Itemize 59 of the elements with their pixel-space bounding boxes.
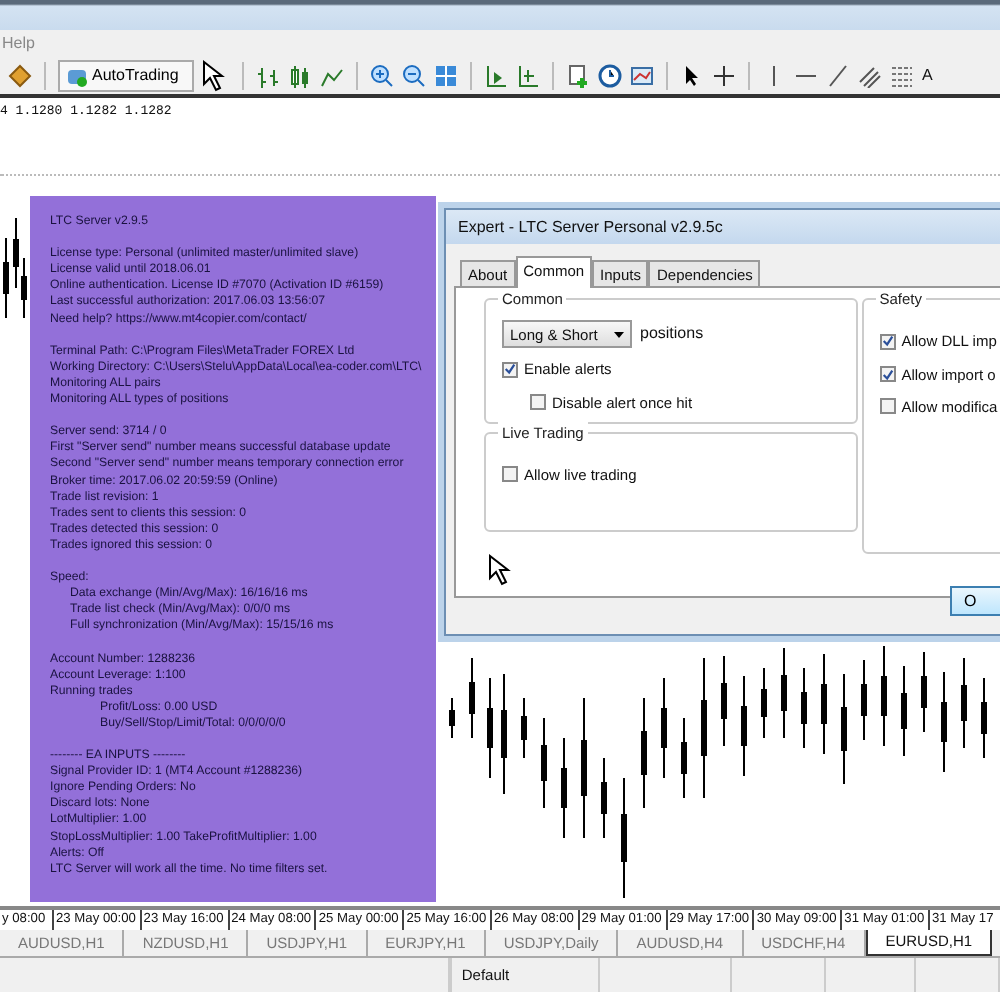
candle <box>661 677 667 779</box>
text-tool-label[interactable]: A <box>922 64 933 88</box>
candle <box>841 673 847 785</box>
candle <box>721 655 727 747</box>
diamond-icon[interactable] <box>8 64 32 88</box>
candle <box>449 697 455 739</box>
candle <box>981 677 987 759</box>
checkbox[interactable] <box>502 361 518 378</box>
pointer-cursor-icon <box>488 554 516 586</box>
ok-button[interactable]: O <box>950 586 1000 616</box>
checkbox[interactable] <box>879 398 896 415</box>
tile-windows-icon[interactable] <box>434 64 458 88</box>
candle <box>561 737 567 839</box>
candle <box>921 651 927 733</box>
add-indicator-icon[interactable] <box>566 64 590 88</box>
candle <box>501 673 507 795</box>
candle <box>821 653 827 755</box>
candle <box>487 677 493 779</box>
zoom-in-icon[interactable] <box>370 64 394 88</box>
caret-icon <box>614 331 624 338</box>
candle <box>901 665 907 757</box>
candlestick-icon[interactable] <box>288 64 312 88</box>
dialog-title: Expert - LTC Server Personal v2.9.5c <box>446 210 1000 244</box>
trendline-icon[interactable] <box>826 64 850 88</box>
channel-icon[interactable] <box>858 64 882 88</box>
zoom-out-icon[interactable] <box>402 64 426 88</box>
candle <box>961 657 967 749</box>
candle <box>761 667 767 739</box>
candle <box>521 697 527 759</box>
candle <box>741 675 747 777</box>
checkbox[interactable] <box>502 466 518 483</box>
candle <box>861 659 867 741</box>
candle <box>781 647 787 739</box>
fibonacci-icon[interactable] <box>890 64 914 88</box>
chart-shift-icon[interactable] <box>484 64 508 88</box>
candle <box>601 757 607 839</box>
template-icon[interactable] <box>630 64 654 88</box>
bar-chart-icon[interactable] <box>256 64 280 88</box>
candle <box>581 697 587 839</box>
candle <box>469 657 475 739</box>
checkbox[interactable] <box>530 394 546 411</box>
checkbox[interactable] <box>879 333 896 350</box>
candle <box>3 237 9 319</box>
autotrading-button[interactable]: AutoTrading <box>58 60 194 92</box>
candle <box>701 657 707 799</box>
crosshair-icon[interactable] <box>712 64 736 88</box>
candle <box>621 777 627 899</box>
cursor-arrow-icon[interactable] <box>680 64 704 88</box>
candle <box>541 717 547 809</box>
candle <box>641 697 647 809</box>
candle <box>801 667 807 749</box>
candle <box>881 645 887 747</box>
candle <box>941 671 947 773</box>
checkbox[interactable] <box>879 366 896 383</box>
field-label: positions <box>640 322 704 347</box>
pointer-cursor-icon <box>202 60 230 92</box>
clock-icon[interactable] <box>598 64 622 88</box>
candle <box>681 717 687 799</box>
line-chart-icon[interactable] <box>320 64 344 88</box>
